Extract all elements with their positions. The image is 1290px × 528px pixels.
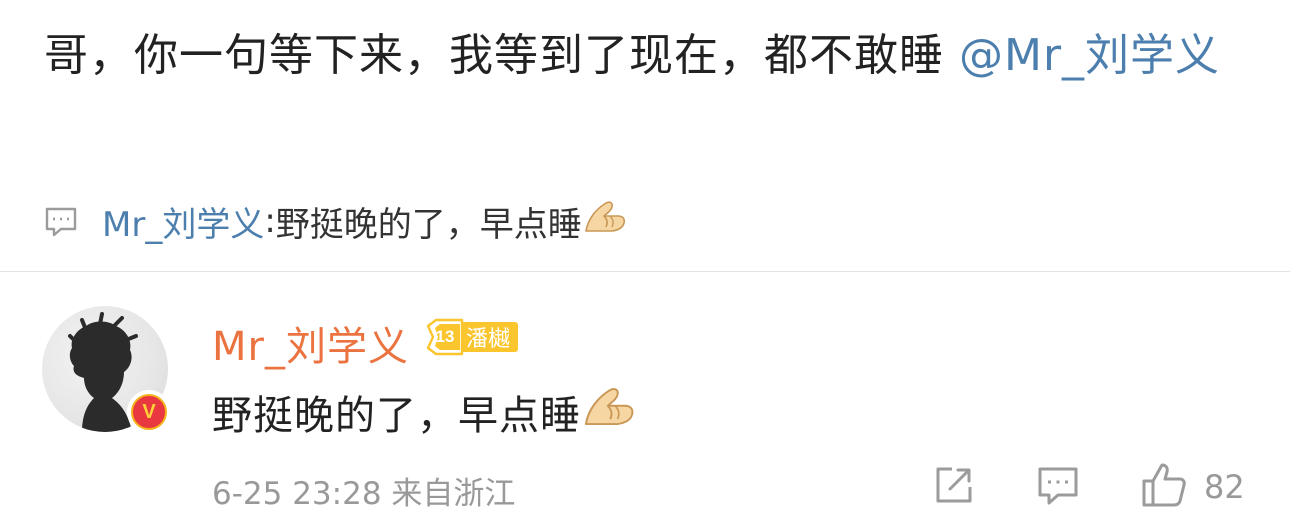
post-mention-link[interactable]: @Mr_刘学义 bbox=[959, 30, 1220, 81]
thumbs-up-icon bbox=[1140, 461, 1188, 513]
like-button[interactable]: 82 bbox=[1140, 462, 1245, 512]
verified-badge-letter: V bbox=[131, 394, 167, 430]
pinched-fingers-emoji-icon bbox=[582, 197, 628, 246]
reply-preview[interactable]: Mr_刘学义 : 野挺晚的了，早点睡 bbox=[44, 196, 628, 246]
reply-preview-author[interactable]: Mr_刘学义 bbox=[102, 197, 264, 246]
comment-actions: 82 bbox=[0, 462, 1290, 512]
reply-preview-text: 野挺晚的了，早点睡 bbox=[275, 204, 582, 245]
comment-item: V Mr_刘学义 13 潘樾 野挺晚的了，早点睡 6-25 23:28 来自浙江 bbox=[0, 272, 1290, 528]
comment-bubble-icon bbox=[44, 204, 78, 238]
verified-badge-icon: V bbox=[127, 390, 171, 434]
post-body-text: 哥，你一句等下来，我等到了现在，都不敢睡 bbox=[44, 30, 959, 81]
comment-body: 野挺晚的了，早点睡 bbox=[212, 393, 581, 439]
level-title: 潘樾 bbox=[462, 322, 519, 352]
comment-icon bbox=[1036, 463, 1080, 511]
comment-button[interactable] bbox=[1036, 462, 1080, 512]
post-text: 哥，你一句等下来，我等到了现在，都不敢睡 @Mr_刘学义 bbox=[44, 22, 1244, 90]
share-icon bbox=[932, 463, 976, 511]
share-button[interactable] bbox=[932, 462, 976, 512]
pinched-fingers-emoji-icon bbox=[581, 382, 637, 442]
post-card: 哥，你一句等下来，我等到了现在，都不敢睡 @Mr_刘学义 Mr_刘学义 : 野挺… bbox=[0, 0, 1290, 272]
fan-level-badge[interactable]: 13 潘樾 bbox=[424, 318, 519, 356]
comment-text: 野挺晚的了，早点睡 bbox=[212, 382, 637, 442]
like-count: 82 bbox=[1204, 468, 1245, 506]
level-shield-icon: 13 bbox=[424, 318, 466, 356]
reply-preview-separator: : bbox=[264, 201, 276, 241]
comment-author-name[interactable]: Mr_刘学义 bbox=[212, 314, 409, 372]
level-number: 13 bbox=[435, 327, 455, 346]
